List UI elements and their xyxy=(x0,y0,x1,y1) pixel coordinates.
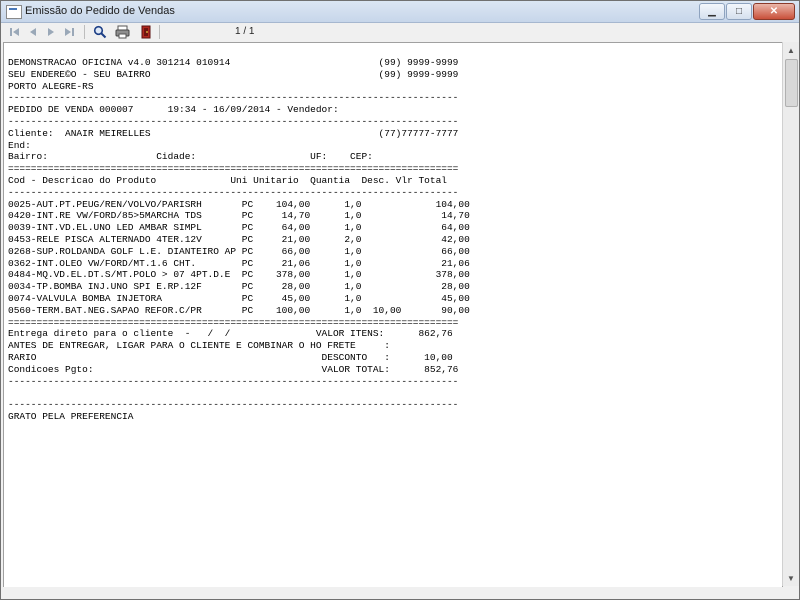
report-line xyxy=(8,387,470,399)
report-line: 0484-MQ.VD.EL.DT.S/MT.POLO > 07 4PT.D.E … xyxy=(8,269,470,281)
title-bar[interactable]: Emissão do Pedido de Vendas ▁ □ ✕ xyxy=(1,1,799,23)
report-line: RARIO DESCONTO : 10,00 xyxy=(8,351,453,363)
report-line: 0362-INT.OLEO VW/FORD/MT.1.6 CHT. PC 21,… xyxy=(8,257,470,269)
previous-page-icon[interactable] xyxy=(25,25,41,39)
report-line: PORTO ALEGRE-RS xyxy=(8,80,94,92)
report-line: Bairro: Cidade: UF: CEP: xyxy=(8,151,373,163)
report-line: 0268-SUP.ROLDANDA GOLF L.E. DIANTEIRO AP… xyxy=(8,245,470,257)
exit-door-icon[interactable] xyxy=(138,25,154,39)
preview-toolbar: 1 / 1 xyxy=(1,23,799,41)
scroll-up-icon[interactable]: ▲ xyxy=(783,42,799,58)
vertical-scrollbar[interactable]: ▲ ▼ xyxy=(782,42,799,586)
report-line: 0453-RELE PISCA ALTERNADO 4TER.12V PC 21… xyxy=(8,233,470,245)
report-line: ----------------------------------------… xyxy=(8,186,459,198)
printer-icon[interactable] xyxy=(114,25,130,39)
window-title: Emissão do Pedido de Vendas xyxy=(25,5,175,17)
window-app-icon xyxy=(6,5,22,19)
report-line: ANTES DE ENTREGAR, LIGAR PARA O CLIENTE … xyxy=(8,340,390,352)
report-line: Condicoes Pgto: VALOR TOTAL: 852,76 xyxy=(8,363,459,375)
report-line: PEDIDO DE VENDA 000007 19:34 - 16/09/201… xyxy=(8,104,339,116)
report-line: 0039-INT.VD.EL.UNO LED AMBAR SIMPL PC 64… xyxy=(8,222,470,234)
minimize-button[interactable]: ▁ xyxy=(699,3,725,20)
report-line: GRATO PELA PREFERENCIA xyxy=(8,410,134,422)
close-button[interactable]: ✕ xyxy=(753,3,795,20)
report-line: ========================================… xyxy=(8,316,459,328)
first-page-icon[interactable] xyxy=(7,25,23,39)
report-page[interactable]: DEMONSTRACAO OFICINA v4.0 301214 010914 … xyxy=(3,42,783,588)
report-line: 0034-TP.BOMBA INJ.UNO SPI E.RP.12F PC 28… xyxy=(8,281,470,293)
report-line: 0025-AUT.PT.PEUG/REN/VOLVO/PARISRH PC 10… xyxy=(8,198,470,210)
report-line: End: xyxy=(8,139,31,151)
report-line: 0420-INT.RE VW/FORD/85>5MARCHA TDS PC 14… xyxy=(8,210,470,222)
report-line: ----------------------------------------… xyxy=(8,399,459,411)
magnifier-icon[interactable] xyxy=(92,25,108,39)
report-line: 0074-VALVULA BOMBA INJETORA PC 45,00 1,0… xyxy=(8,292,470,304)
report-line: DEMONSTRACAO OFICINA v4.0 301214 010914 … xyxy=(8,57,459,68)
scroll-down-icon[interactable]: ▼ xyxy=(783,570,799,586)
toolbar-separator xyxy=(159,25,160,39)
next-page-icon[interactable] xyxy=(43,25,59,39)
report-line: Cod - Descricao do Produto Uni Unitario … xyxy=(8,174,447,186)
report-line: SEU ENDERE©O - SEU BAIRRO (99) 9999-9999 xyxy=(8,68,459,80)
report-preview-window: Emissão do Pedido de Vendas ▁ □ ✕ 1 / 1 … xyxy=(0,0,800,600)
report-line: ----------------------------------------… xyxy=(8,92,459,104)
report-line: ----------------------------------------… xyxy=(8,375,459,387)
page-indicator: 1 / 1 xyxy=(235,26,255,37)
report-line: ========================================… xyxy=(8,163,459,175)
report-line: Cliente: ANAIR MEIRELLES (77)77777-7777 xyxy=(8,127,459,139)
report-line: Entrega direto para o cliente - / / VALO… xyxy=(8,328,453,340)
window-controls: ▁ □ ✕ xyxy=(699,3,795,20)
sales-order-report: DEMONSTRACAO OFICINA v4.0 301214 010914 … xyxy=(8,57,470,423)
status-bar xyxy=(1,587,799,599)
last-page-icon[interactable] xyxy=(61,25,77,39)
scrollbar-thumb[interactable] xyxy=(785,59,798,107)
maximize-button[interactable]: □ xyxy=(726,3,752,20)
report-line: 0560-TERM.BAT.NEG.SAPAO REFOR.C/PR PC 10… xyxy=(8,304,470,316)
report-line: ----------------------------------------… xyxy=(8,115,459,127)
toolbar-separator xyxy=(84,25,85,39)
